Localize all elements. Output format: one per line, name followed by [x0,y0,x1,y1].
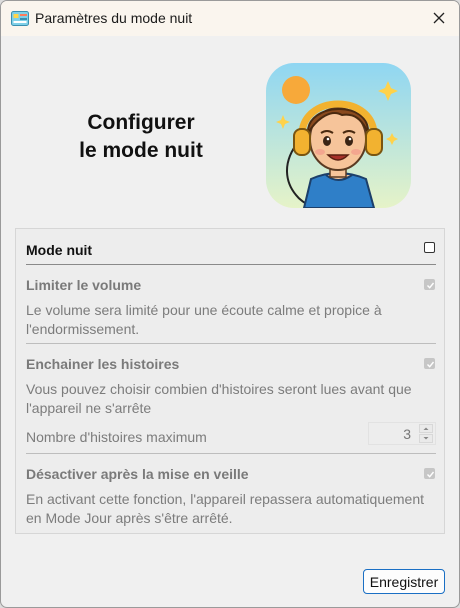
chain-stories-description: Vous pouvez choisir combien d'histoires … [26,381,412,416]
divider [26,264,436,265]
save-button[interactable]: Enregistrer [363,569,445,594]
page-title: Configurer le mode nuit [56,109,226,165]
disable-after-sleep-label: Désactiver après la mise en veille [26,466,249,482]
stepper-buttons [419,424,433,443]
max-stories-label: Nombre d'histoires maximum [26,429,207,445]
app-badge-icon [11,11,29,26]
night-mode-checkbox[interactable] [424,242,435,253]
divider [26,453,436,454]
close-button[interactable] [425,5,453,31]
close-icon [433,12,445,24]
window-title: Paramètres du mode nuit [35,10,193,26]
checkmark-icon [427,282,435,289]
divider [26,343,436,344]
disable-after-sleep-checkbox[interactable] [424,468,435,479]
chain-stories-checkbox[interactable] [424,358,435,369]
max-stories-value: 3 [403,426,411,442]
limit-volume-description: Le volume sera limité pour une écoute ca… [26,302,382,337]
stepper-down-button[interactable] [419,434,433,443]
limit-volume-checkbox[interactable] [424,279,435,290]
settings-panel: Mode nuit Limiter le volume Le volume se… [15,228,445,534]
child-with-headphones-illustration [266,63,411,208]
chevron-up-icon [423,427,429,430]
chevron-down-icon [423,437,429,440]
title-bar: Paramètres du mode nuit [1,1,459,36]
max-stories-stepper[interactable]: 3 [368,422,436,445]
page-title-line2: le mode nuit [79,139,203,162]
disable-after-sleep-description: En activant cette fonction, l'appareil r… [26,491,425,526]
settings-dialog: Paramètres du mode nuit Configurer le mo… [0,0,460,608]
chain-stories-label: Enchainer les histoires [26,356,180,372]
night-mode-label: Mode nuit [26,242,93,258]
checkmark-icon [427,361,435,368]
checkmark-icon [427,471,435,478]
limit-volume-label: Limiter le volume [26,277,142,293]
stepper-up-button[interactable] [419,424,433,433]
page-title-line1: Configurer [87,111,195,134]
